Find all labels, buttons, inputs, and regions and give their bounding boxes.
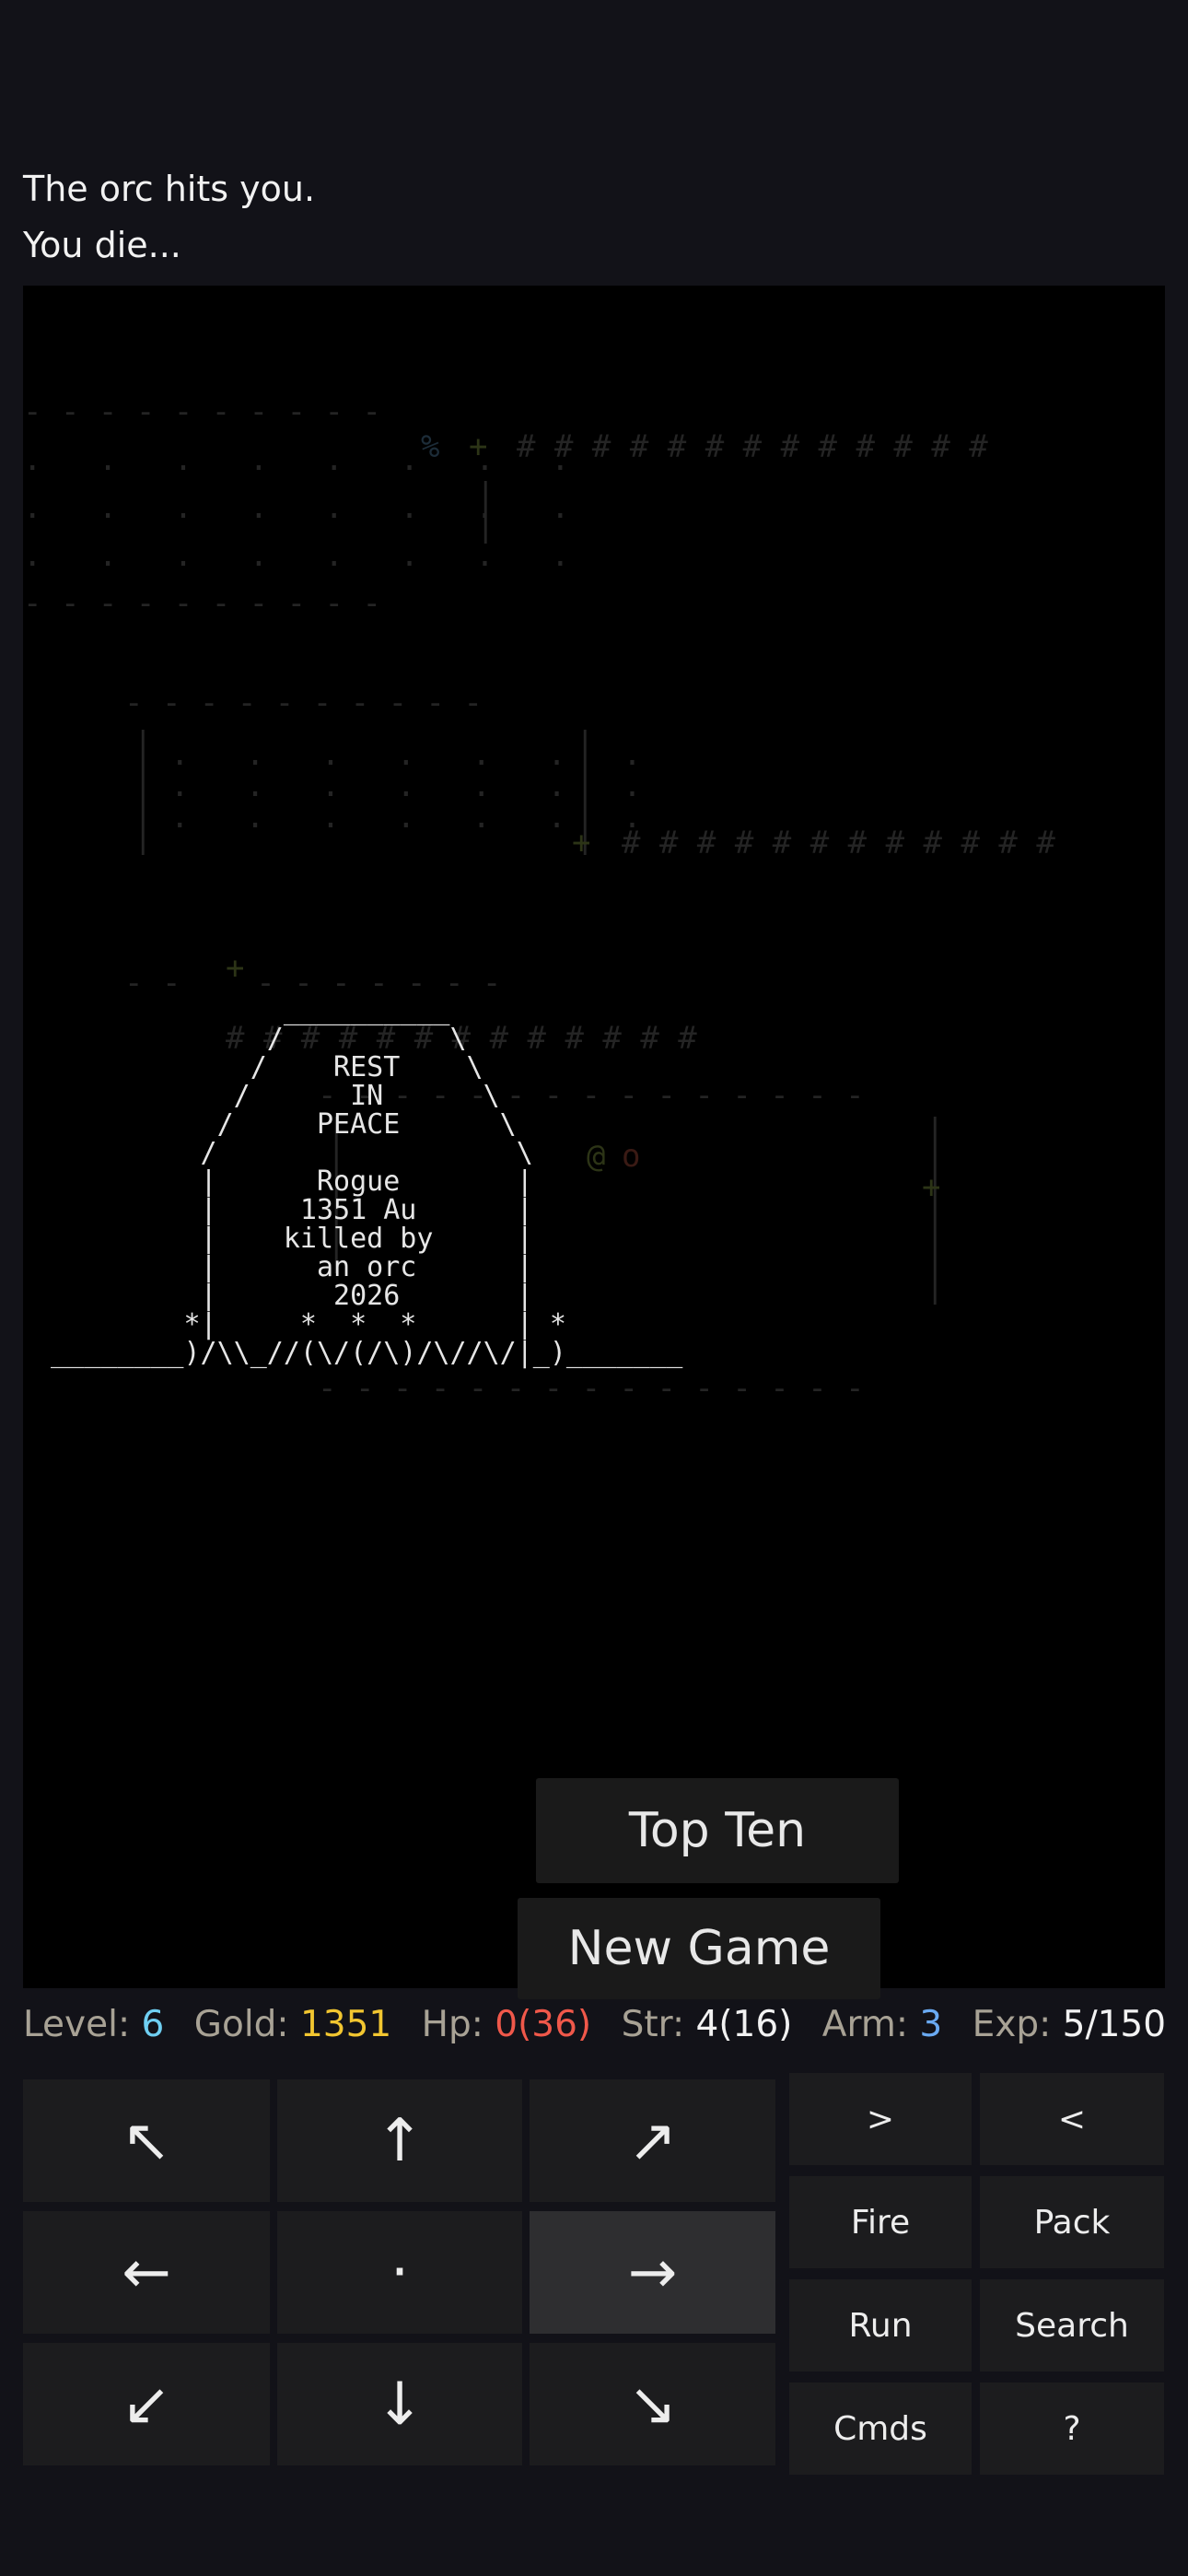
room-1-floor-3: . . . . . . . . bbox=[23, 537, 570, 574]
right-arrow-button[interactable]: → bbox=[530, 2211, 775, 2334]
exp-label: Exp: bbox=[972, 2004, 1052, 2045]
pack-button[interactable]: Pack bbox=[980, 2176, 1164, 2268]
message-line-1: The orc hits you. bbox=[23, 169, 316, 209]
room-1-floor: . . . . . . . . bbox=[23, 441, 570, 478]
corridor-1: # # # # # # # # # # # # # bbox=[517, 428, 988, 465]
tomb-line-9: | killed by | bbox=[51, 1223, 533, 1255]
cmds-button[interactable]: Cmds bbox=[789, 2383, 972, 2475]
tomb-line-6: / \ bbox=[51, 1137, 533, 1169]
search-button[interactable]: Search bbox=[980, 2279, 1164, 2371]
message-line-2: You die... bbox=[23, 225, 181, 265]
arm-value: 3 bbox=[919, 2004, 943, 2045]
down-arrow-button[interactable]: ↓ bbox=[277, 2343, 522, 2465]
tomb-line-2: / \ bbox=[51, 1023, 467, 1055]
run-button[interactable]: Run bbox=[789, 2279, 972, 2371]
str-label: Str: bbox=[621, 2004, 685, 2045]
hp-label: Hp: bbox=[421, 2004, 483, 2045]
hp-value: 0(36) bbox=[495, 2004, 592, 2045]
left-arrow-button[interactable]: ← bbox=[23, 2211, 270, 2334]
ascend-stairs-button[interactable]: < bbox=[980, 2073, 1164, 2165]
tomb-line-13: ________)/\\_//(\/(/\)/\//\/|_)_______ bbox=[51, 1337, 683, 1369]
room-2-top-wall: - - - - - - - - - - bbox=[124, 685, 483, 721]
level-value: 6 bbox=[141, 2004, 165, 2045]
room-3-right-wall: | | | | | | bbox=[926, 1112, 945, 1306]
new-game-button[interactable]: New Game bbox=[518, 1898, 880, 1999]
up-arrow-button[interactable]: ↑ bbox=[277, 2079, 522, 2202]
room-2-floor: . . . . . . . . . . . . . . . . . . . . … bbox=[170, 736, 642, 836]
help-button[interactable]: ? bbox=[980, 2383, 1164, 2475]
room-2-left-wall: | | | | bbox=[134, 725, 153, 856]
rest-button[interactable]: · bbox=[277, 2211, 522, 2334]
arm-label: Arm: bbox=[821, 2004, 908, 2045]
tomb-line-8: | 1351 Au | bbox=[51, 1194, 533, 1226]
room-1-right-wall: | | bbox=[476, 476, 495, 544]
up-right-arrow-button[interactable]: ↗ bbox=[530, 2079, 775, 2202]
dungeon-map[interactable]: - - - - - - - - - - . . . . . . . . . . … bbox=[23, 286, 1165, 1988]
status-bar: Level: 6 Gold: 1351 Hp: 0(36) Str: 4(16)… bbox=[23, 1997, 1166, 2053]
tomb-line-4: / IN \ bbox=[51, 1080, 500, 1112]
up-left-arrow-button[interactable]: ↖ bbox=[23, 2079, 270, 2202]
tomb-line-12: *| * * * | * bbox=[51, 1308, 566, 1341]
down-left-arrow-button[interactable]: ↙ bbox=[23, 2343, 270, 2465]
gold-value: 1351 bbox=[299, 2004, 392, 2045]
str-value: 4(16) bbox=[695, 2004, 793, 2045]
tomb-line-1: __________ bbox=[51, 994, 450, 1026]
room-1-bottom-wall: - - - - - - - - - - bbox=[23, 585, 381, 622]
gold-label: Gold: bbox=[193, 2004, 289, 2045]
corridor-2: # # # # # # # # # # # # bbox=[622, 825, 1055, 861]
tombstone: __________ / \ / REST \ / IN \ / PEACE \… bbox=[51, 967, 682, 1424]
game-screen: The orc hits you. You die... - - - - - -… bbox=[0, 0, 1188, 2576]
top-ten-button[interactable]: Top Ten bbox=[536, 1778, 899, 1883]
door-4: + bbox=[922, 1169, 941, 1206]
exp-value: 5/150 bbox=[1062, 2004, 1167, 2045]
level-label: Level: bbox=[23, 2004, 131, 2045]
tomb-line-5: / PEACE \ bbox=[51, 1108, 517, 1141]
room-1-top-wall: - - - - - - - - - - bbox=[23, 393, 381, 430]
tomb-line-10: | an orc | bbox=[51, 1251, 533, 1283]
descend-stairs-button[interactable]: > bbox=[789, 2073, 972, 2165]
fire-button[interactable]: Fire bbox=[789, 2176, 972, 2268]
gold-item: % bbox=[421, 428, 440, 465]
tomb-line-7: | Rogue | bbox=[51, 1165, 533, 1198]
tomb-line-11: | 2026 | bbox=[51, 1280, 533, 1312]
door-1: + bbox=[469, 428, 488, 465]
tomb-line-3: / REST \ bbox=[51, 1051, 483, 1083]
down-right-arrow-button[interactable]: ↘ bbox=[530, 2343, 775, 2465]
door-2: + bbox=[572, 825, 591, 861]
